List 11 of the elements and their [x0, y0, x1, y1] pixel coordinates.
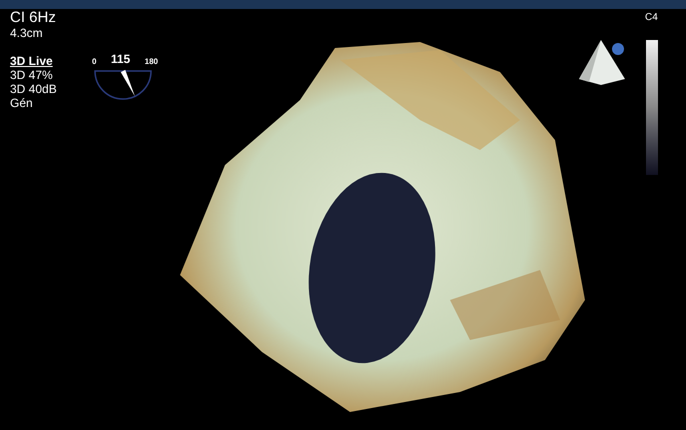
probe-orientation-icon: [579, 40, 627, 86]
setting-text: 3D 47%: [10, 68, 53, 82]
setting-text: 3D 40dB: [10, 82, 57, 96]
setting-text: 4.3cm: [10, 26, 43, 40]
setting-text: CI 6Hz: [10, 10, 56, 26]
dial-max-label: 180: [144, 56, 158, 68]
setting-text: Gén: [10, 96, 33, 110]
scale-label: C4: [645, 11, 658, 25]
dial-value-label: 115: [110, 51, 130, 68]
dial-min-label: 0: [92, 56, 96, 68]
setting-text: 3D Live: [10, 54, 53, 68]
